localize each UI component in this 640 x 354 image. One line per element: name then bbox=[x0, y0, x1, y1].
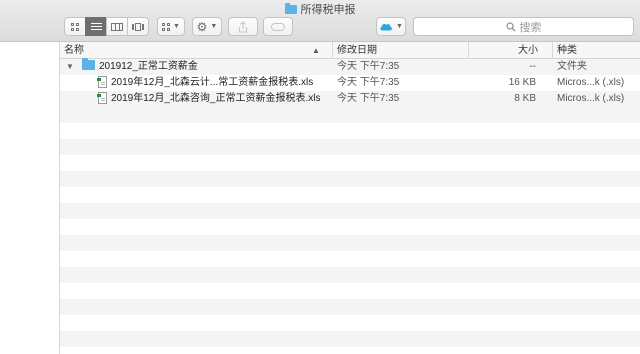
folder-icon bbox=[284, 3, 297, 14]
action-button[interactable]: ⚙ ▼ bbox=[192, 17, 222, 36]
file-name: 2019年12月_北森咨询_正常工资薪金报税表.xls bbox=[97, 91, 321, 107]
file-list: ▼ 201912_正常工资薪金 今天 下午7:35 -- 文件夹 2019年12… bbox=[60, 58, 640, 107]
xls-file-icon bbox=[97, 92, 107, 104]
folder-icon bbox=[82, 58, 95, 70]
list-view-button[interactable] bbox=[85, 17, 107, 36]
xls-file-icon bbox=[97, 76, 107, 88]
icloud-button[interactable]: ▼ bbox=[376, 17, 406, 36]
header-kind[interactable]: 种类 bbox=[552, 42, 640, 59]
table-row[interactable]: 2019年12月_北森云计...常工资薪金报税表.xls 今天 下午7:35 1… bbox=[60, 75, 640, 91]
share-button[interactable] bbox=[228, 17, 258, 36]
cover-flow-icon bbox=[132, 22, 144, 31]
column-view-button[interactable] bbox=[106, 17, 128, 36]
sort-ascending-icon: ▲ bbox=[312, 46, 320, 55]
columns-icon bbox=[111, 22, 123, 31]
file-date: 今天 下午7:35 bbox=[337, 93, 400, 104]
search-field[interactable]: 搜索 bbox=[413, 17, 634, 36]
chevron-down-icon: ▼ bbox=[396, 23, 403, 30]
grid-icon bbox=[71, 22, 79, 31]
file-name: 2019年12月_北森云计...常工资薪金报税表.xls bbox=[97, 75, 313, 91]
arrange-button[interactable]: ▼ bbox=[157, 17, 185, 36]
table-row[interactable]: 2019年12月_北森咨询_正常工资薪金报税表.xls 今天 下午7:35 8 … bbox=[60, 91, 640, 107]
cover-flow-button[interactable] bbox=[127, 17, 149, 36]
file-size: 16 KB bbox=[508, 77, 536, 88]
gear-icon: ⚙ bbox=[196, 19, 208, 34]
icon-view-button[interactable] bbox=[64, 17, 86, 36]
file-kind: 文件夹 bbox=[557, 61, 587, 72]
table-row[interactable]: ▼ 201912_正常工资薪金 今天 下午7:35 -- 文件夹 bbox=[60, 58, 640, 75]
tags-button[interactable] bbox=[263, 17, 293, 36]
search-placeholder: 搜索 bbox=[519, 21, 542, 34]
header-name[interactable]: 名称 bbox=[60, 42, 332, 59]
share-icon bbox=[239, 20, 247, 32]
sidebar bbox=[0, 42, 60, 354]
file-size: 8 KB bbox=[514, 93, 536, 104]
window-title-text: 所得税申报 bbox=[300, 4, 356, 16]
cloud-icon bbox=[380, 23, 392, 31]
list-icon bbox=[90, 23, 102, 30]
window-title: 所得税申报 bbox=[0, 1, 640, 17]
toolbar: 所得税申报 ▼ ⚙ ▼ ▼ 搜索 bbox=[0, 0, 640, 42]
empty-rows bbox=[60, 107, 640, 354]
column-header: 名称 ▲ 修改日期 大小 种类 bbox=[60, 42, 640, 59]
header-size[interactable]: 大小 bbox=[468, 42, 542, 59]
header-date[interactable]: 修改日期 bbox=[332, 42, 468, 59]
file-size: -- bbox=[529, 61, 536, 72]
search-icon bbox=[505, 21, 515, 31]
file-kind: Micros...k (.xls) bbox=[557, 93, 625, 104]
file-name: 201912_正常工资薪金 bbox=[82, 58, 198, 75]
disclosure-triangle-icon[interactable]: ▼ bbox=[66, 59, 74, 75]
file-date: 今天 下午7:35 bbox=[337, 61, 400, 72]
chevron-down-icon: ▼ bbox=[173, 23, 180, 30]
chevron-down-icon: ▼ bbox=[210, 23, 218, 30]
arrange-icon bbox=[162, 22, 171, 31]
file-kind: Micros...k (.xls) bbox=[557, 77, 625, 88]
tag-icon bbox=[271, 22, 285, 31]
file-date: 今天 下午7:35 bbox=[337, 77, 400, 88]
